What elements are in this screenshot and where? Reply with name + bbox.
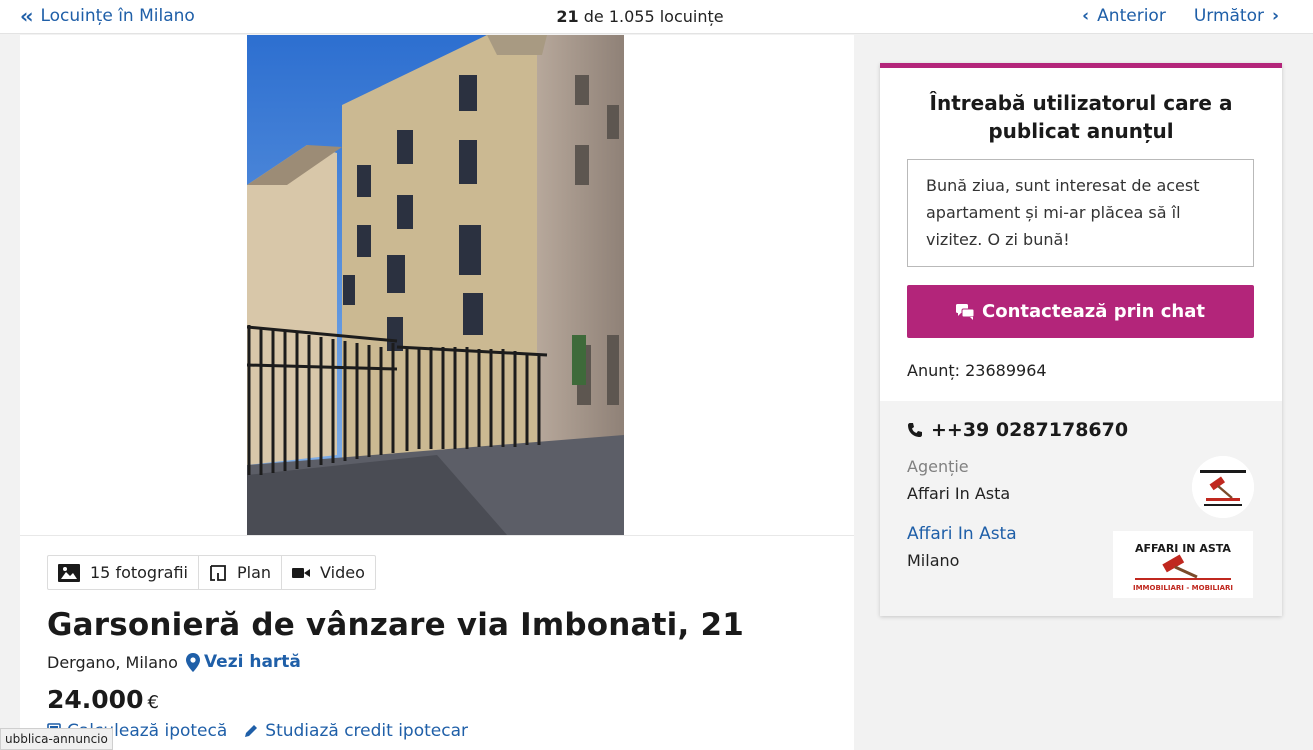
video-tab-label: Video — [320, 563, 365, 582]
agency-logo-small[interactable] — [1192, 456, 1254, 518]
study-mortgage-label: Studiază credit ipotecar — [265, 721, 468, 741]
view-map-link[interactable]: Vezi hartă — [185, 652, 301, 672]
pencil-icon — [245, 725, 258, 737]
phone-number[interactable]: ++39 0287178670 — [907, 419, 1128, 441]
listing-photo[interactable] — [247, 35, 624, 535]
chat-bubbles-icon — [956, 303, 975, 320]
listing-price: 24.000 € — [47, 685, 159, 714]
next-label: Următor — [1193, 6, 1264, 26]
agency-city: Milano — [907, 551, 960, 570]
chevron-left-icon: ‹ — [1082, 6, 1090, 26]
listing-location: Dergano, Milano Vezi hartă — [47, 652, 301, 672]
agency-label: Agenție — [907, 457, 969, 476]
message-textarea[interactable]: Bună ziua, sunt interesat de acest apart… — [907, 159, 1254, 267]
agency-block: ++39 0287178670 Agenție Affari In Asta A… — [880, 401, 1282, 616]
chevron-right-icon: › — [1271, 6, 1279, 26]
view-map-label: Vezi hartă — [203, 652, 301, 672]
contact-card: Întreabă utilizatorul care a publicat an… — [880, 63, 1282, 616]
logo-text-bottom: IMMOBILIARI - MOBILIARI — [1133, 584, 1233, 592]
phone-icon — [908, 423, 922, 437]
study-mortgage-link[interactable]: Studiază credit ipotecar — [243, 721, 468, 741]
video-camera-icon — [292, 567, 311, 578]
logo-text-top: AFFARI IN ASTA — [1135, 542, 1231, 555]
media-tabs: 15 fotografii Plan Video — [47, 555, 376, 590]
ad-id: Anunț: 23689964 — [907, 361, 1047, 380]
previous-label: Anterior — [1097, 6, 1166, 26]
price-currency: € — [147, 692, 159, 713]
top-navigation-bar: ‹‹ Locuințe în Milano 21 de 1.055 locuin… — [0, 0, 1313, 34]
chat-button-label: Contactează prin chat — [982, 301, 1205, 322]
photos-tab-label: 15 fotografii — [90, 563, 188, 582]
agency-logo-gavel-image — [1192, 456, 1254, 518]
listing-title: Garsonieră de vânzare via Imbonati, 21 — [47, 607, 745, 643]
plan-tab-label: Plan — [237, 563, 272, 582]
phone-number-text: ++39 0287178670 — [931, 419, 1129, 441]
contact-chat-button[interactable]: Contactează prin chat — [907, 285, 1254, 338]
image-icon — [58, 563, 80, 582]
agency-name: Affari In Asta — [907, 484, 1011, 503]
agency-logo-banner-image: AFFARI IN ASTA IMMOBILIARI - MOBILIARI — [1113, 531, 1253, 598]
map-pin-icon — [185, 652, 200, 672]
plan-tab[interactable]: Plan — [199, 556, 283, 589]
video-tab[interactable]: Video — [282, 556, 375, 589]
floor-plan-icon — [210, 564, 226, 581]
location-text: Dergano, Milano — [47, 652, 178, 672]
contact-card-title: Întreabă utilizatorul care a publicat an… — [929, 91, 1233, 143]
status-bar-url: ubblica-annuncio — [0, 728, 113, 750]
building-photo-illustration — [247, 35, 624, 535]
previous-listing-link[interactable]: ‹ Anterior — [1082, 6, 1166, 26]
listing-main-column: 15 fotografii Plan Video Garsonieră de v… — [20, 35, 854, 750]
price-value: 24.000 — [47, 685, 144, 714]
counter-rest: de 1.055 locuințe — [583, 7, 724, 26]
agency-logo-large[interactable]: AFFARI IN ASTA IMMOBILIARI - MOBILIARI — [1113, 531, 1253, 598]
listing-pager: ‹ Anterior Următor › — [1082, 6, 1279, 26]
agency-profile-link[interactable]: Affari In Asta — [907, 524, 1017, 544]
photo-divider — [20, 535, 854, 536]
counter-current: 21 — [556, 7, 579, 26]
next-listing-link[interactable]: Următor › — [1194, 6, 1279, 26]
photos-tab[interactable]: 15 fotografii — [48, 556, 199, 589]
